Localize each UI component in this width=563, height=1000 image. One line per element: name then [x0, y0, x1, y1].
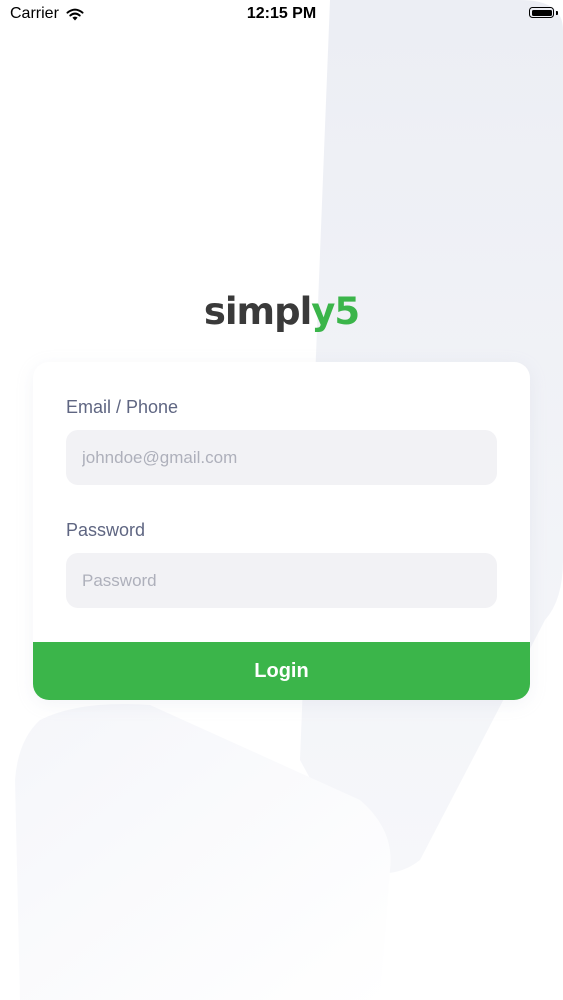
brand-logo: simply5	[0, 288, 563, 336]
login-button[interactable]: Login	[33, 642, 530, 700]
login-card: Email / Phone Password Login	[33, 362, 530, 700]
password-input[interactable]	[66, 553, 497, 608]
battery-icon	[529, 7, 558, 18]
logo-dark-text: simpl	[203, 290, 312, 333]
password-label: Password	[66, 520, 146, 540]
status-time: 12:15 PM	[246, 5, 317, 22]
logo-green-text: y5	[311, 290, 360, 333]
status-bar: Carrier 12:15 PM	[0, 0, 563, 30]
email-label: Email / Phone	[66, 397, 179, 417]
email-input[interactable]	[66, 430, 497, 485]
